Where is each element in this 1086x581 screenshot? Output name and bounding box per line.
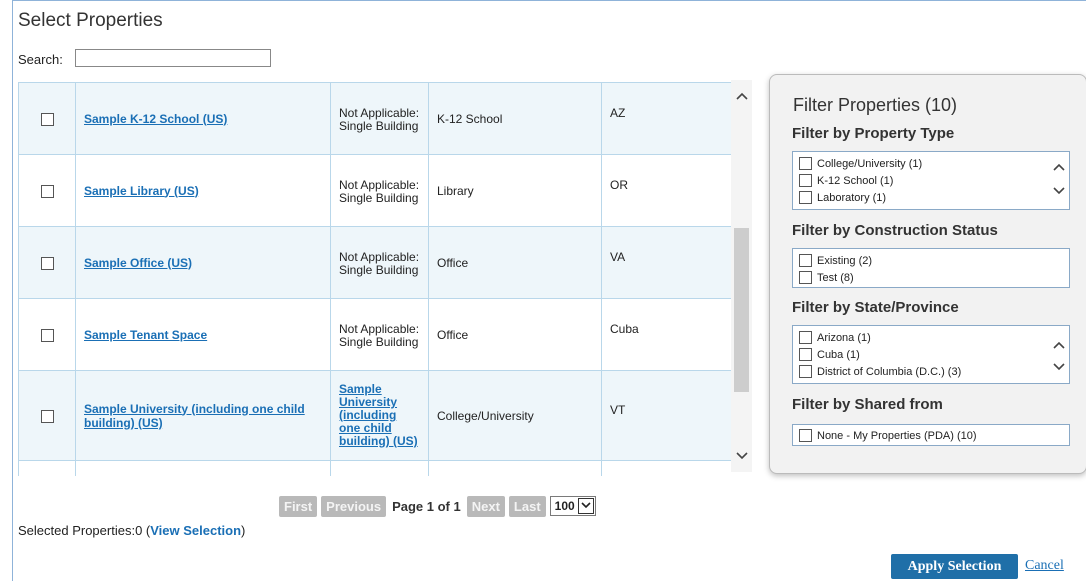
dialog-border-top bbox=[12, 0, 1086, 1]
property-name-link[interactable]: Sample Office (US) bbox=[84, 256, 192, 270]
previous-page-button[interactable]: Previous bbox=[321, 495, 387, 517]
filter-checkbox[interactable] bbox=[799, 429, 812, 442]
table-row: Sample K-12 School (US) Not Applicable: … bbox=[18, 82, 731, 155]
property-subcell: Not Applicable: Single Building bbox=[339, 105, 420, 133]
filter-box-shared-from[interactable]: None - My Properties (PDA) (10) bbox=[792, 424, 1070, 446]
filter-checkbox[interactable] bbox=[799, 254, 812, 267]
filter-option[interactable]: Test (8) bbox=[799, 271, 854, 284]
filter-checkbox[interactable] bbox=[799, 331, 812, 344]
table-row: Sample Library (US) Not Applicable: Sing… bbox=[18, 154, 731, 227]
filter-option-label: K-12 School (1) bbox=[817, 174, 894, 187]
table-row-partial bbox=[18, 460, 731, 476]
page-size-select[interactable]: 100 bbox=[549, 496, 596, 516]
property-name-link[interactable]: Sample K-12 School (US) bbox=[84, 112, 227, 126]
scroll-down-icon[interactable] bbox=[731, 446, 752, 466]
filter-checkbox[interactable] bbox=[799, 157, 812, 170]
filter-option-label: Arizona (1) bbox=[817, 331, 871, 344]
selected-properties-line: Selected Properties:0 (View Selection) bbox=[18, 523, 245, 538]
table-row: Sample University (including one child b… bbox=[18, 370, 731, 461]
first-page-button[interactable]: First bbox=[279, 495, 318, 517]
filter-option[interactable]: Laboratory (1) bbox=[799, 191, 886, 204]
filter-option[interactable]: College/University (1) bbox=[799, 157, 922, 170]
filter-checkbox[interactable] bbox=[799, 365, 812, 378]
property-type: Office bbox=[437, 255, 469, 270]
property-name-link[interactable]: Sample Library (US) bbox=[84, 184, 199, 198]
filter-option-label: Test (8) bbox=[817, 271, 854, 284]
filter-checkbox[interactable] bbox=[799, 271, 812, 284]
cancel-link[interactable]: Cancel bbox=[1025, 558, 1064, 574]
properties-table-viewport: Sample K-12 School (US) Not Applicable: … bbox=[18, 78, 731, 476]
properties-table: Sample K-12 School (US) Not Applicable: … bbox=[18, 82, 731, 476]
apply-selection-button[interactable]: Apply Selection bbox=[891, 554, 1018, 579]
next-page-button[interactable]: Next bbox=[466, 495, 505, 517]
property-state: AZ bbox=[610, 105, 626, 120]
filter-option-label: None - My Properties (PDA) (10) bbox=[817, 429, 977, 442]
chevron-down-icon[interactable] bbox=[1053, 360, 1065, 374]
table-row: Sample Tenant Space Not Applicable: Sing… bbox=[18, 298, 731, 371]
row-checkbox[interactable] bbox=[40, 256, 54, 270]
last-page-button[interactable]: Last bbox=[508, 495, 546, 517]
property-subcell-link[interactable]: Sample University (including one child b… bbox=[339, 383, 420, 448]
property-state: VA bbox=[610, 249, 626, 264]
property-state: Cuba bbox=[610, 321, 639, 336]
property-subcell: Not Applicable: Single Building bbox=[339, 249, 420, 277]
filter-option-label: Existing (2) bbox=[817, 254, 873, 267]
property-subcell: Not Applicable: Single Building bbox=[339, 321, 420, 349]
view-selection-link[interactable]: View Selection bbox=[150, 523, 241, 538]
property-type: College/University bbox=[437, 408, 534, 423]
property-state: OR bbox=[610, 177, 628, 192]
filter-box-construction-status[interactable]: Existing (2) Test (8) bbox=[792, 248, 1070, 288]
pager: First Previous Page 1 of 1 Next Last 100 bbox=[279, 495, 596, 517]
table-row: Sample Office (US) Not Applicable: Singl… bbox=[18, 226, 731, 299]
property-subcell: Not Applicable: Single Building bbox=[339, 177, 420, 205]
filter-box-state-province[interactable]: Arizona (1) Cuba (1) District of Columbi… bbox=[792, 325, 1070, 384]
row-checkbox[interactable] bbox=[40, 328, 54, 342]
filter-panel-title: Filter Properties (10) bbox=[793, 95, 958, 115]
filter-panel: Filter Properties (10) Filter by Propert… bbox=[769, 74, 1086, 474]
search-label: Search: bbox=[18, 52, 63, 67]
filter-box-property-type[interactable]: College/University (1) K-12 School (1) L… bbox=[792, 151, 1070, 210]
property-type: Office bbox=[437, 327, 469, 342]
filter-heading-construction-status: Filter by Construction Status bbox=[792, 222, 998, 239]
chevron-up-icon[interactable] bbox=[1053, 338, 1065, 352]
filter-heading-state-province: Filter by State/Province bbox=[792, 299, 959, 316]
filter-option[interactable]: Cuba (1) bbox=[799, 348, 860, 361]
selected-suffix: ) bbox=[241, 523, 246, 538]
property-state: VT bbox=[610, 402, 626, 417]
filter-option[interactable]: Existing (2) bbox=[799, 254, 872, 267]
table-scrollbar[interactable] bbox=[731, 80, 752, 472]
filter-heading-property-type: Filter by Property Type bbox=[792, 125, 955, 142]
page-indicator: Page 1 of 1 bbox=[392, 498, 461, 514]
selected-count-text: Selected Properties:0 ( bbox=[18, 523, 151, 538]
filter-option[interactable]: District of Columbia (D.C.) (3) bbox=[799, 365, 961, 378]
chevron-up-icon[interactable] bbox=[1053, 160, 1065, 174]
filter-checkbox[interactable] bbox=[799, 348, 812, 361]
row-checkbox[interactable] bbox=[40, 409, 54, 423]
chevron-down-icon bbox=[577, 498, 594, 514]
dialog-border-left bbox=[12, 0, 13, 581]
dialog-title: Select Properties bbox=[18, 10, 163, 31]
property-type: Library bbox=[437, 183, 474, 198]
property-name-link[interactable]: Sample University (including one child b… bbox=[84, 402, 305, 430]
chevron-down-icon[interactable] bbox=[1053, 184, 1065, 198]
filter-option[interactable]: K-12 School (1) bbox=[799, 174, 893, 187]
row-checkbox[interactable] bbox=[40, 184, 54, 198]
filter-option[interactable]: None - My Properties (PDA) (10) bbox=[799, 429, 977, 442]
filter-option-label: College/University (1) bbox=[817, 157, 923, 170]
search-input[interactable] bbox=[75, 49, 271, 67]
filter-option-label: District of Columbia (D.C.) (3) bbox=[817, 365, 962, 378]
property-type: K-12 School bbox=[437, 111, 503, 126]
property-name-link[interactable]: Sample Tenant Space bbox=[84, 328, 207, 342]
filter-option-label: Cuba (1) bbox=[817, 348, 860, 361]
filter-option-label: Laboratory (1) bbox=[817, 191, 887, 204]
page-size-value: 100 bbox=[554, 499, 575, 513]
scrollbar-thumb[interactable] bbox=[734, 228, 749, 392]
row-checkbox[interactable] bbox=[40, 112, 54, 126]
filter-heading-shared-from: Filter by Shared from bbox=[792, 396, 943, 413]
filter-checkbox[interactable] bbox=[799, 191, 812, 204]
filter-checkbox[interactable] bbox=[799, 174, 812, 187]
filter-option[interactable]: Arizona (1) bbox=[799, 331, 871, 344]
scroll-up-icon[interactable] bbox=[731, 86, 752, 106]
